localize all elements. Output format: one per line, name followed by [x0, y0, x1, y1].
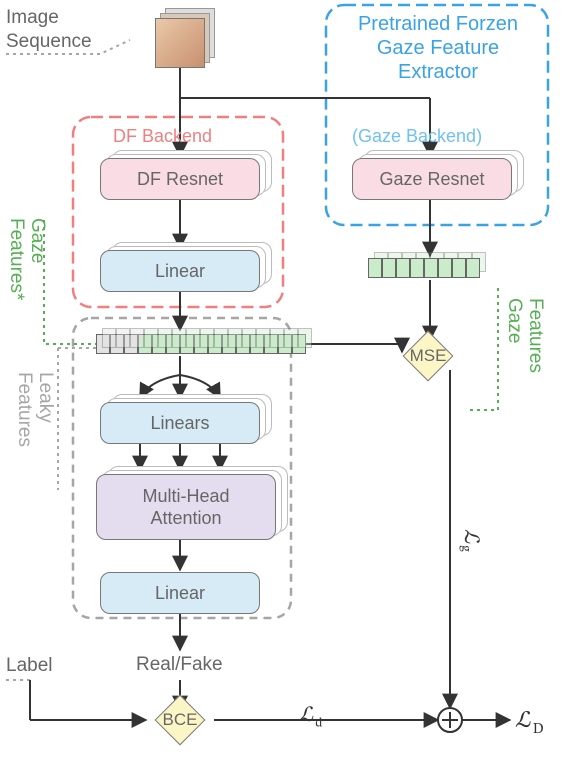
- df-linear-block: Linear: [100, 250, 260, 292]
- Lg-symbol: ℒg: [456, 530, 484, 552]
- gaze-resnet-block: Gaze Resnet: [352, 158, 512, 200]
- label-text: Label: [6, 654, 53, 678]
- df-resnet-block: DF Resnet: [100, 158, 260, 200]
- realfake-label: Real/Fake: [136, 654, 223, 676]
- Ld-symbol: ℒd: [300, 702, 322, 732]
- LD-symbol: ℒD: [516, 706, 544, 739]
- image-sequence-label: Image Sequence: [6, 6, 92, 54]
- gaze-extractor-title: Pretrained Forzen Gaze Feature Extractor: [340, 12, 536, 84]
- out-linear-block: Linear: [100, 572, 260, 614]
- linears-block: Linears: [100, 402, 260, 444]
- gaze-features-star-label: GazeFeatures*: [6, 218, 48, 300]
- input-face-image: [155, 18, 205, 68]
- gaze-backend-label: (Gaze Backend): [352, 126, 482, 147]
- left-feature-row-shadow: [102, 328, 312, 348]
- gaze-features-label: GazeFeatures: [504, 298, 546, 373]
- multihead-attention-block: Multi-Head Attention: [96, 474, 276, 540]
- leaky-features-label: LeakyFeatures: [14, 372, 56, 447]
- df-backend-label: DF Backend: [113, 126, 212, 147]
- right-feature-row: [368, 258, 480, 278]
